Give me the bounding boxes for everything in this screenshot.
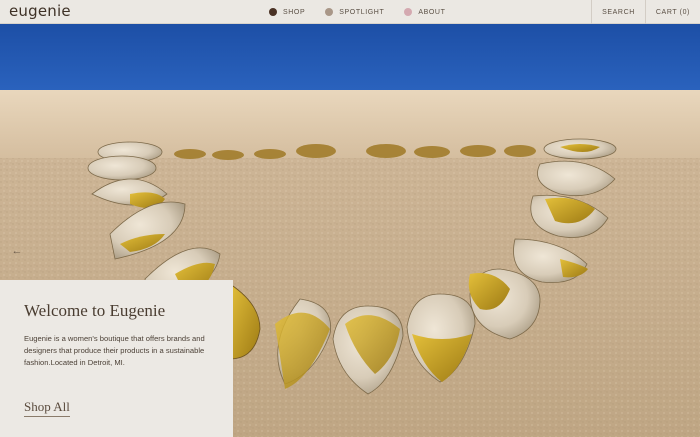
main-nav: SHOP SPOTLIGHT ABOUT <box>269 0 465 24</box>
site-header: eugenie SHOP SPOTLIGHT ABOUT SEARCH CART… <box>0 0 700 24</box>
welcome-body: Eugenie is a women's boutique that offer… <box>24 334 205 367</box>
arrow-left-icon[interactable]: ← <box>10 244 24 258</box>
welcome-title: Welcome to Eugenie <box>24 301 166 320</box>
about-dot-icon <box>404 8 413 16</box>
arrow-right-icon[interactable] <box>678 244 692 258</box>
nav-item-label: SHOP <box>283 8 306 16</box>
cart-button[interactable]: CART (0) <box>644 0 700 24</box>
nav-item-label: SPOTLIGHT <box>339 8 385 16</box>
search-button[interactable]: SEARCH <box>591 0 645 24</box>
spotlight-dot-icon <box>325 8 334 16</box>
header-actions: SEARCH CART (0) <box>591 0 700 24</box>
welcome-card: Welcome to Eugenie Eugenie is a women's … <box>0 280 233 437</box>
nav-item-label: ABOUT <box>418 8 446 16</box>
nav-item-about[interactable]: ABOUT <box>404 8 445 16</box>
shop-dot-icon <box>269 8 277 16</box>
nav-item-shop[interactable]: SHOP <box>269 8 305 16</box>
logo[interactable]: eugenie <box>9 2 71 20</box>
shop-all-link[interactable]: Shop All <box>24 399 70 417</box>
nav-item-spotlight[interactable]: SPOTLIGHT <box>325 8 384 16</box>
